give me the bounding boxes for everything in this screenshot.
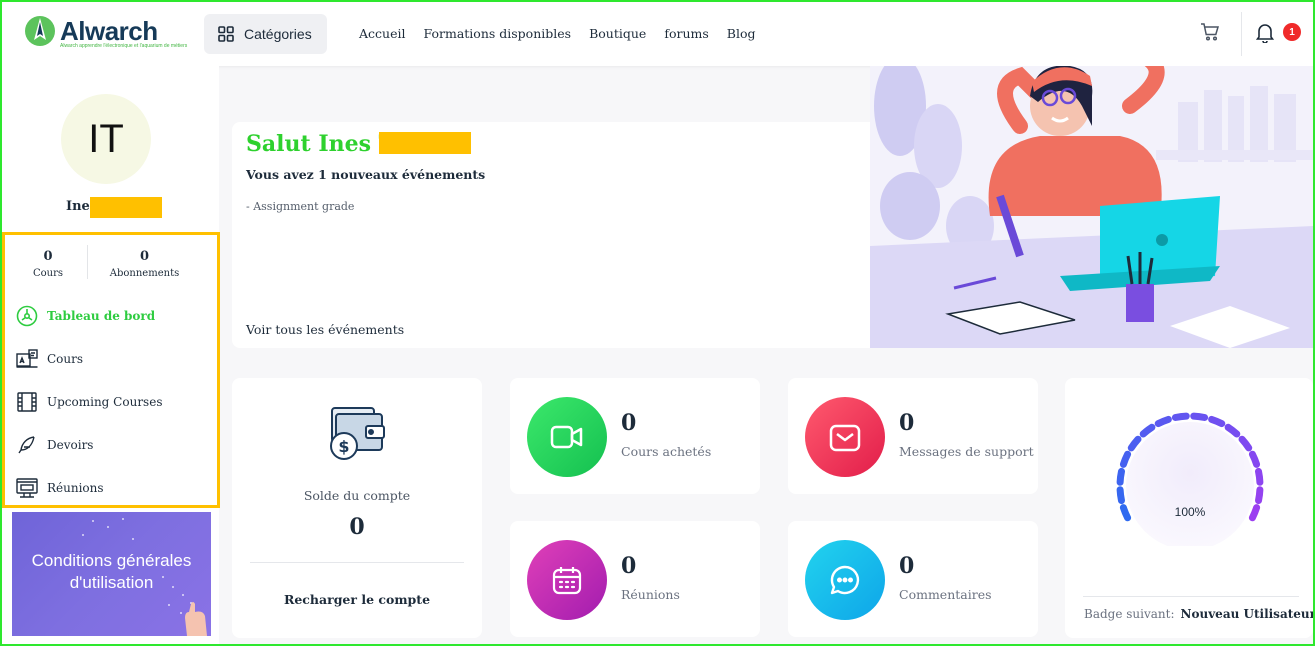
gauge-segment: [1171, 412, 1190, 421]
nav-blog[interactable]: Blog: [727, 26, 756, 41]
header-divider: [1241, 12, 1242, 56]
badge-progress-label: 100%: [1174, 505, 1206, 519]
wallet-icon: $: [326, 404, 388, 470]
courses-icon: [16, 348, 38, 370]
stat-value: 0: [621, 410, 637, 436]
stat-value: 0: [899, 553, 915, 579]
stat-value: 0: [621, 553, 637, 579]
calendar-icon: [527, 540, 607, 620]
stat-card-comments[interactable]: 0 Commentaires: [788, 521, 1038, 637]
meeting-icon: [16, 477, 38, 499]
see-all-events-link[interactable]: Voir tous les événements: [246, 322, 404, 337]
nav-forums[interactable]: forums: [664, 26, 708, 41]
stat-card-purchased-courses[interactable]: 0 Cours achetés: [510, 378, 760, 494]
event-item[interactable]: - Assignment grade: [246, 200, 354, 213]
gauge-segment: [1116, 486, 1125, 505]
gauge-segment: [1154, 415, 1172, 428]
bell-icon[interactable]: [1255, 23, 1275, 47]
sidebar-item-label: Tableau de bord: [47, 309, 156, 323]
nav-boutique[interactable]: Boutique: [589, 26, 646, 41]
terms-banner[interactable]: Conditions générales d'utilisation: [12, 512, 211, 636]
video-icon: [527, 397, 607, 477]
stat-label: Réunions: [621, 587, 680, 602]
main-nav: Accueil Formations disponibles Boutique …: [359, 26, 755, 41]
gauge-segment: [1255, 486, 1264, 505]
stat-card-support-messages[interactable]: 0 Messages de support: [788, 378, 1038, 494]
cart-icon[interactable]: [1200, 22, 1220, 46]
events-count: Vous avez 1 nouveaux événements: [246, 167, 486, 182]
stat-courses-label: Cours: [32, 268, 64, 279]
gauge-segment: [1116, 467, 1125, 486]
gauge-segment: [1139, 423, 1156, 438]
hand-illustration: [185, 602, 207, 636]
badge-divider: [1083, 596, 1299, 597]
nav-accueil[interactable]: Accueil: [359, 26, 405, 41]
stat-subscriptions-value: 0: [139, 249, 150, 264]
logo-text: Alwarch: [60, 15, 158, 46]
sidebar-item-label: Cours: [47, 352, 84, 366]
badge-progress-gauge: [1116, 412, 1264, 546]
logo-icon: [24, 14, 56, 48]
film-icon: [16, 391, 38, 413]
balance-title: Solde du compte: [303, 488, 411, 503]
next-badge: Badge suivant: Nouveau Utilisateur: [1084, 607, 1315, 621]
comment-icon: [805, 540, 885, 620]
sidebar-item-assignments[interactable]: Devoirs: [16, 434, 93, 456]
balance-divider: [250, 562, 464, 563]
categories-button[interactable]: Catégories: [204, 14, 327, 54]
gauge-segment: [1208, 415, 1226, 428]
next-badge-label: Badge suivant:: [1084, 607, 1175, 621]
terms-banner-text: Conditions générales d'utilisation: [31, 551, 192, 592]
gauge-segment: [1119, 450, 1132, 468]
gauge-segment: [1190, 412, 1209, 421]
sidebar-item-label: Upcoming Courses: [47, 395, 163, 409]
redaction-box: [90, 197, 162, 218]
stat-subscriptions-label: Abonnements: [109, 268, 180, 279]
sidebar-item-courses[interactable]: Cours: [16, 348, 83, 370]
stat-subscriptions: 0 Abonnements: [97, 249, 192, 279]
recharge-account-button[interactable]: Recharger le compte: [232, 592, 482, 607]
dashboard-icon: [16, 305, 38, 327]
balance-card: $ Solde du compte 0 Recharger le compte: [232, 378, 482, 638]
sidebar-item-meetings[interactable]: Réunions: [16, 477, 104, 499]
feather-icon: [16, 434, 38, 456]
stat-divider: [87, 245, 88, 279]
greeting-title: Salut Ines T: [246, 131, 396, 157]
stat-value: 0: [899, 410, 915, 436]
gauge-segment: [1248, 450, 1261, 468]
gauge-segment: [1255, 467, 1264, 486]
avatar[interactable]: IT: [61, 94, 151, 184]
stat-card-meetings[interactable]: 0 Réunions: [510, 521, 760, 637]
sidebar-item-upcoming-courses[interactable]: Upcoming Courses: [16, 391, 162, 413]
top-header: Alwarch Alwarch apprendre l'électronique…: [2, 2, 1313, 66]
grid-icon: [218, 26, 234, 42]
logo-tagline: Alwarch apprendre l'électronique et l'aq…: [60, 43, 188, 49]
categories-label: Catégories: [244, 26, 312, 42]
balance-value: 0: [349, 514, 365, 540]
gauge-segment: [1238, 435, 1253, 452]
sidebar-item-label: Devoirs: [47, 438, 94, 452]
sidebar-item-dashboard[interactable]: Tableau de bord: [16, 305, 155, 327]
gauge-segment: [1127, 435, 1142, 452]
hero-illustration: [870, 66, 1313, 348]
sidebar-item-label: Réunions: [47, 481, 104, 495]
stat-label: Messages de support: [899, 444, 1034, 459]
next-badge-value: Nouveau Utilisateur: [1180, 607, 1315, 621]
welcome-card: Salut Ines T Vous avez 1 nouveaux événem…: [232, 122, 872, 348]
sidebar: IT Ines 0 Cours 0 Abonnements Tableau de…: [2, 66, 220, 644]
nav-formations[interactable]: Formations disponibles: [423, 26, 571, 41]
mail-icon: [805, 397, 885, 477]
badge-card: 100% Badge suivant: Nouveau Utilisateur: [1065, 378, 1315, 638]
stat-courses: 0 Cours: [13, 249, 83, 279]
highlighted-menu-box: 0 Cours 0 Abonnements Tableau de bord Co…: [2, 232, 220, 508]
stat-courses-value: 0: [43, 249, 53, 264]
redaction-box: [379, 132, 471, 154]
svg-text:$: $: [338, 437, 349, 456]
stat-label: Commentaires: [899, 587, 992, 602]
stat-label: Cours achetés: [621, 444, 712, 459]
notification-badge: 1: [1283, 23, 1301, 41]
gauge-segment: [1224, 423, 1241, 438]
